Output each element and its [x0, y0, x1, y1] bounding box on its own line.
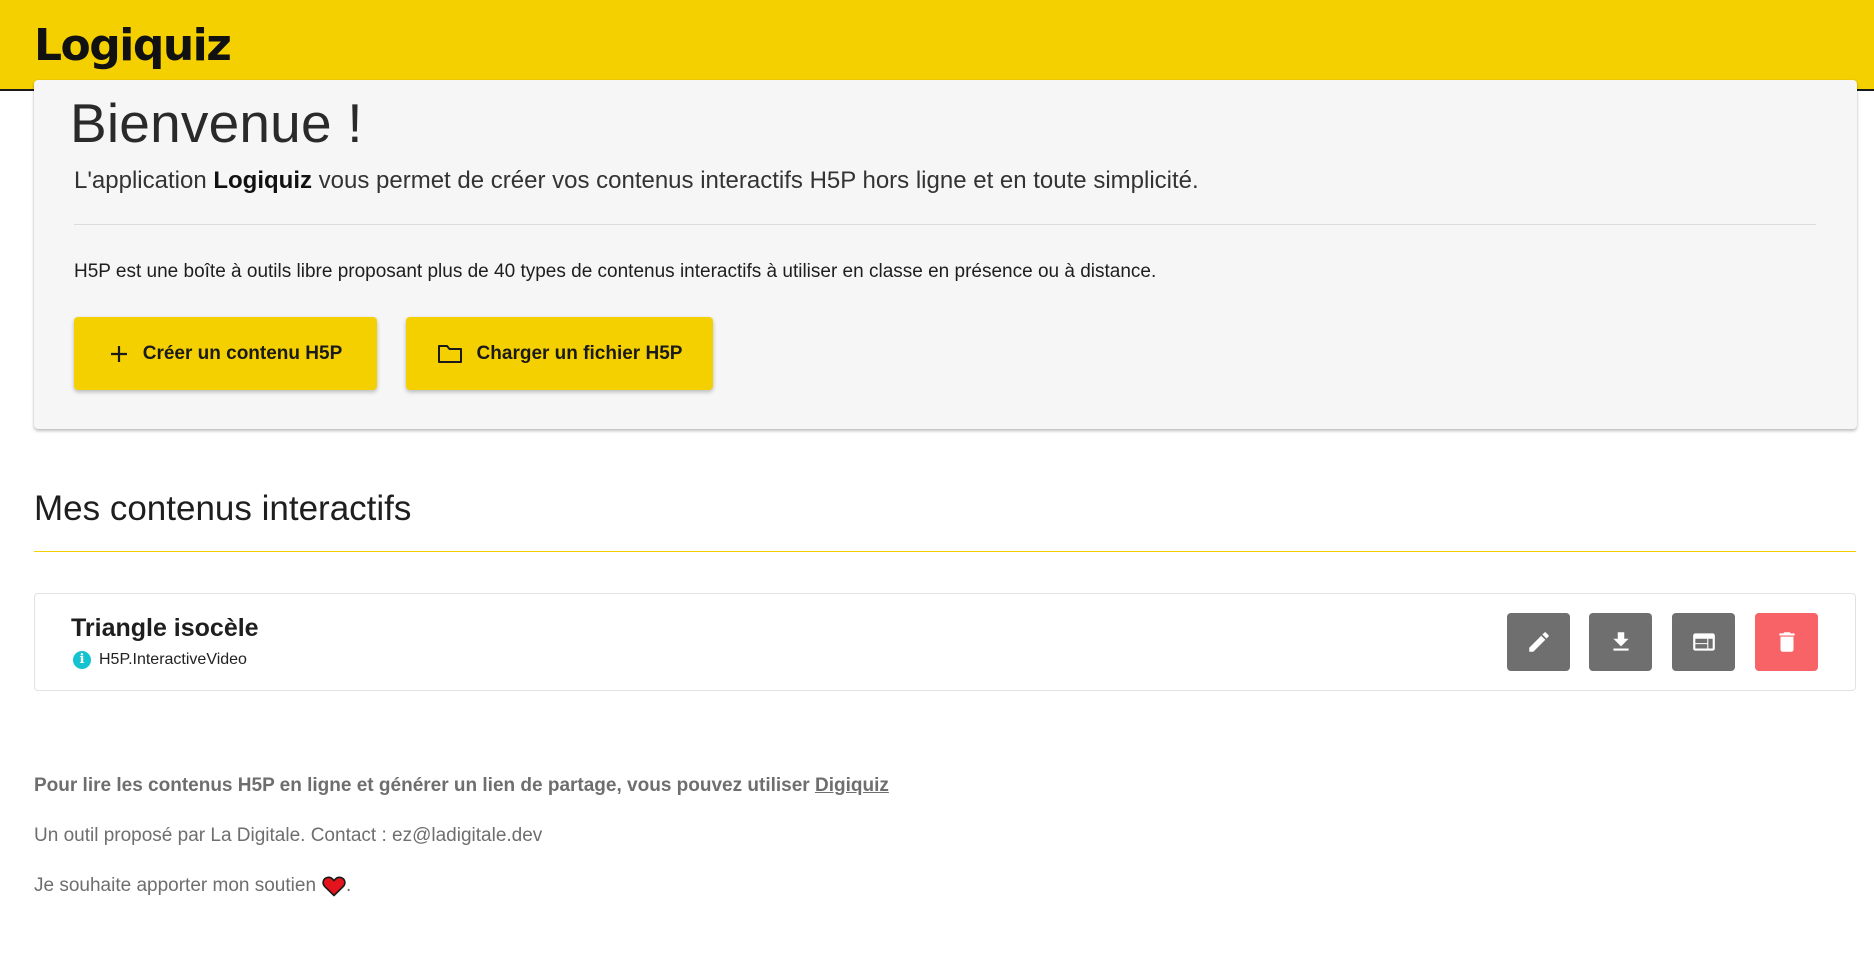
digiquiz-link[interactable]: Digiquiz: [815, 775, 889, 796]
welcome-divider: [74, 224, 1816, 225]
create-content-label: Créer un contenu H5P: [142, 342, 343, 364]
intro-app-name: Logiquiz: [213, 167, 312, 194]
content-item-type-label: H5P.InteractiveVideo: [99, 651, 247, 668]
pencil-icon: [1526, 629, 1552, 655]
download-icon: [1608, 629, 1634, 655]
content-item-type: i H5P.InteractiveVideo: [73, 650, 247, 670]
load-file-button[interactable]: Charger un fichier H5P: [406, 317, 713, 390]
read-online-note: Pour lire les contenus H5P en ligne et g…: [34, 774, 889, 798]
trash-icon: [1774, 629, 1800, 655]
download-button[interactable]: [1589, 613, 1652, 671]
contents-section-title: Mes contenus interactifs: [34, 489, 412, 528]
intro-prefix: L'application: [74, 167, 214, 194]
edit-button[interactable]: [1507, 613, 1570, 671]
welcome-panel: Bienvenue ! L'application Logiquiz vous …: [34, 80, 1857, 429]
folder-icon: [437, 343, 463, 365]
content-item: Triangle isocèle i H5P.InteractiveVideo: [34, 593, 1856, 691]
support-period: .: [346, 875, 352, 896]
info-icon: i: [73, 651, 91, 669]
credit-text: Un outil proposé par La Digitale. Contac…: [34, 825, 543, 846]
embed-icon: [1690, 629, 1718, 655]
welcome-intro: L'application Logiquiz vous permet de cr…: [74, 166, 1199, 196]
content-item-title: Triangle isocèle: [71, 614, 259, 642]
intro-suffix: vous permet de créer vos contenus intera…: [312, 167, 1199, 194]
app-logo: Logiquiz: [34, 20, 232, 71]
embed-button[interactable]: [1672, 613, 1735, 671]
welcome-title: Bienvenue !: [70, 92, 363, 154]
heart-icon[interactable]: [322, 875, 346, 897]
delete-button[interactable]: [1755, 613, 1818, 671]
support-text: Je souhaite apporter mon soutien: [34, 875, 317, 896]
read-online-text: Pour lire les contenus H5P en ligne et g…: [34, 775, 815, 796]
section-divider: [34, 551, 1856, 552]
plus-icon: [109, 344, 129, 364]
welcome-description: H5P est une boîte à outils libre proposa…: [74, 261, 1157, 282]
load-file-label: Charger un fichier H5P: [476, 342, 683, 364]
top-bar: Logiquiz: [0, 0, 1874, 91]
create-content-button[interactable]: Créer un contenu H5P: [74, 317, 377, 390]
support-line[interactable]: Je souhaite apporter mon soutien .: [34, 874, 351, 898]
